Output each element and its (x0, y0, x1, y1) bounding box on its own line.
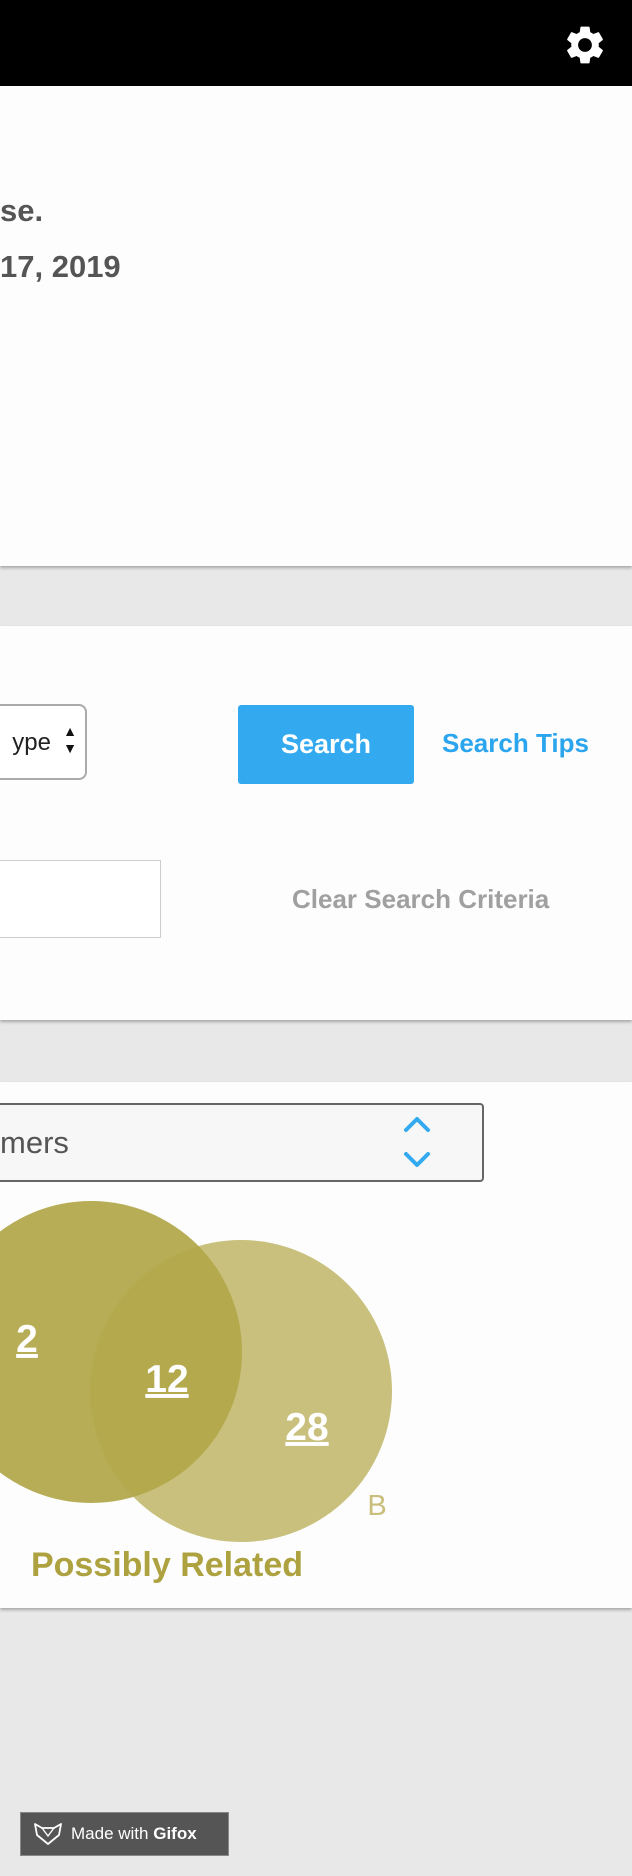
info-text-line: se. (0, 193, 44, 228)
venn-circle-b (90, 1240, 392, 1542)
watermark-prefix: Made with (71, 1824, 149, 1843)
top-bar (0, 0, 632, 86)
venn-count-overlap[interactable]: 12 (145, 1358, 188, 1401)
fox-logo-icon (34, 1823, 62, 1845)
search-tips-link[interactable]: Search Tips (442, 728, 589, 759)
results-panel: mers 2 12 28 B Possibly Related (0, 1082, 632, 1608)
search-button[interactable]: Search (238, 705, 414, 784)
clear-search-criteria-link[interactable]: Clear Search Criteria (292, 884, 549, 915)
info-date-line: 17, 2019 (0, 249, 121, 284)
venn-count-b-only[interactable]: 28 (285, 1406, 328, 1449)
type-select[interactable]: ype ▲ ▼ (0, 704, 87, 780)
venn-label-b: B (367, 1490, 386, 1522)
venn-caption: Possibly Related (31, 1546, 303, 1584)
search-text-input[interactable] (0, 860, 161, 938)
watermark-text: Made with Gifox (71, 1824, 197, 1844)
type-select-value: ype (12, 729, 51, 756)
venn-diagram: 2 12 28 B Possibly Related (0, 1201, 392, 1584)
info-panel: se. 17, 2019 (0, 86, 632, 566)
venn-count-a-only[interactable]: 2 (16, 1318, 38, 1361)
select-arrows-icon: ▲ ▼ (63, 723, 77, 756)
watermark-brand: Gifox (153, 1824, 197, 1843)
search-panel: ype ▲ ▼ Search Search Tips Clear Search C… (0, 626, 632, 1020)
gear-icon[interactable] (562, 22, 608, 68)
gifox-watermark: Made with Gifox (20, 1812, 229, 1856)
